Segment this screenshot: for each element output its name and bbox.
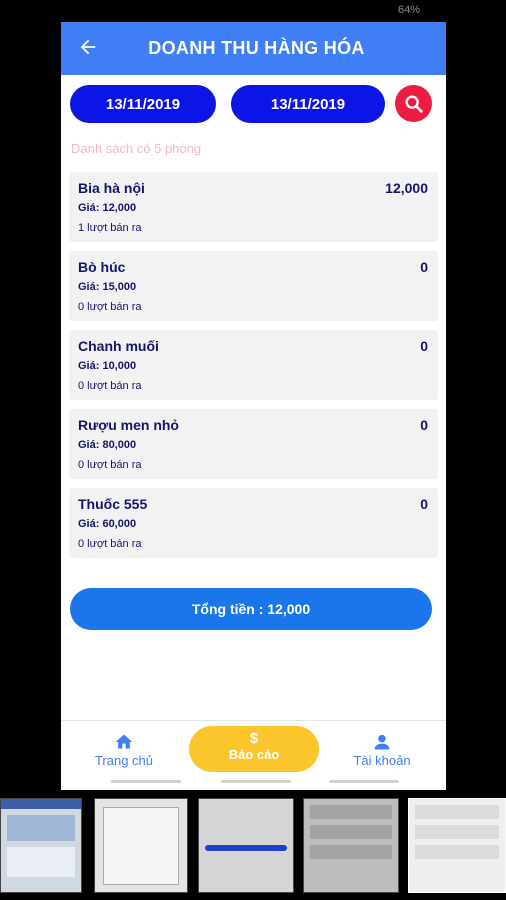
product-list: Bia hà nội 12,000 Giá: 12,000 1 lượt bán… (69, 172, 438, 567)
total-amount-button[interactable]: Tổng tiền : 12,000 (70, 588, 432, 630)
date-filter-bar: 13/11/2019 13/11/2019 (61, 75, 446, 135)
item-price: Giá: 60,000 (78, 518, 137, 530)
item-name: Thuốc 555 (78, 496, 148, 512)
thumbnail-1[interactable] (0, 798, 82, 893)
item-amount: 0 (420, 417, 428, 433)
item-sold-count: 0 lượt bán ra (78, 538, 142, 550)
item-name: Chanh muối (78, 338, 159, 354)
to-date-button[interactable]: 13/11/2019 (231, 85, 385, 123)
nav-account[interactable]: Tài khoản (327, 721, 437, 781)
item-name: Bia hà nội (78, 180, 145, 196)
nav-home[interactable]: Trang chủ (69, 721, 179, 781)
back-arrow-icon[interactable] (77, 36, 99, 58)
page-title: DOANH THU HÀNG HÓA (148, 38, 365, 58)
nav-report-label: Báo cáo (228, 747, 280, 762)
home-icon (115, 734, 133, 749)
item-price: Giá: 15,000 (78, 281, 137, 293)
from-date-button[interactable]: 13/11/2019 (70, 85, 216, 123)
item-amount: 0 (420, 496, 428, 512)
thumbnail-5[interactable] (408, 798, 506, 893)
item-price: Giá: 10,000 (78, 360, 137, 372)
list-item[interactable]: Thuốc 555 0 Giá: 60,000 0 lượt bán ra (69, 488, 438, 558)
item-price: Giá: 12,000 (78, 202, 137, 214)
status-battery: 64% (397, 4, 420, 16)
thumbnail-4[interactable] (303, 798, 399, 893)
list-item[interactable]: Rượu men nhỏ 0 Giá: 80,000 0 lượt bán ra (69, 409, 438, 479)
user-icon (374, 734, 390, 750)
item-sold-count: 0 lượt bán ra (78, 459, 142, 471)
nav-indicator-home (111, 780, 181, 783)
item-sold-count: 0 lượt bán ra (78, 380, 142, 392)
item-sold-count: 0 lượt bán ra (78, 301, 142, 313)
search-button[interactable] (395, 85, 432, 122)
thumbnail-3[interactable] (198, 798, 294, 893)
nav-indicator-report (221, 780, 291, 783)
list-item[interactable]: Bò húc 0 Giá: 15,000 0 lượt bán ra (69, 251, 438, 321)
list-item[interactable]: Chanh muối 0 Giá: 10,000 0 lượt bán ra (69, 330, 438, 400)
dollar-icon: $ (249, 730, 259, 747)
app-screen: DOANH THU HÀNG HÓA 13/11/2019 13/11/2019… (61, 22, 446, 790)
nav-account-label: Tài khoản (353, 753, 411, 768)
search-icon (404, 94, 423, 113)
thumbnail-2[interactable] (94, 798, 188, 893)
list-count-text: Danh sách có 5 phòng (71, 141, 202, 156)
item-name: Bò húc (78, 259, 126, 275)
item-amount: 0 (420, 259, 428, 275)
item-price: Giá: 80,000 (78, 439, 137, 451)
item-sold-count: 1 lượt bán ra (78, 222, 142, 234)
item-amount: 0 (420, 338, 428, 354)
app-header: DOANH THU HÀNG HÓA (61, 22, 446, 75)
item-amount: 12,000 (385, 180, 428, 196)
list-item[interactable]: Bia hà nội 12,000 Giá: 12,000 1 lượt bán… (69, 172, 438, 242)
nav-home-label: Trang chủ (94, 753, 154, 768)
item-name: Rượu men nhỏ (78, 417, 179, 433)
nav-report[interactable]: $ Báo cáo (189, 726, 319, 772)
screenshot-thumbnail-strip (0, 798, 506, 893)
nav-indicator-account (329, 780, 399, 783)
